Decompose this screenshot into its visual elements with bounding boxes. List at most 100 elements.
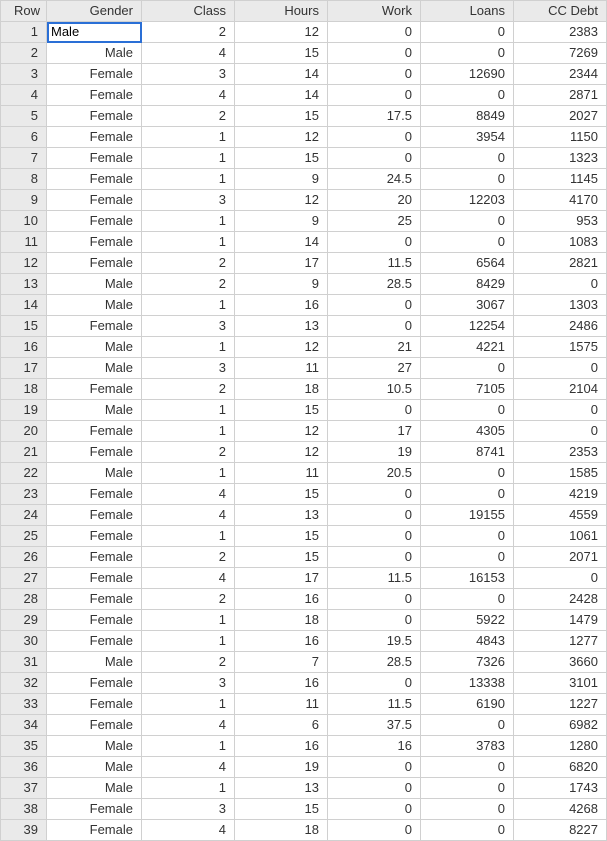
row-number-cell[interactable]: 33	[1, 694, 47, 715]
loans-cell[interactable]: 0	[421, 85, 514, 106]
row-number-cell[interactable]: 17	[1, 358, 47, 379]
hours-cell[interactable]: 16	[235, 631, 328, 652]
row-number-cell[interactable]: 23	[1, 484, 47, 505]
row-number-cell[interactable]: 30	[1, 631, 47, 652]
loans-cell[interactable]: 8849	[421, 106, 514, 127]
work-cell[interactable]: 11.5	[328, 253, 421, 274]
gender-cell[interactable]: Female	[47, 232, 142, 253]
hours-cell[interactable]: 12	[235, 421, 328, 442]
ccdebt-cell[interactable]: 4219	[514, 484, 607, 505]
ccdebt-cell[interactable]: 3660	[514, 652, 607, 673]
ccdebt-cell[interactable]: 0	[514, 421, 607, 442]
loans-cell[interactable]: 0	[421, 757, 514, 778]
class-cell[interactable]: 1	[142, 337, 235, 358]
class-cell[interactable]: 3	[142, 316, 235, 337]
gender-cell[interactable]: Male	[47, 400, 142, 421]
class-cell[interactable]: 1	[142, 127, 235, 148]
row-number-cell[interactable]: 7	[1, 148, 47, 169]
loans-cell[interactable]: 12690	[421, 64, 514, 85]
gender-cell[interactable]: Female	[47, 694, 142, 715]
ccdebt-cell[interactable]: 3101	[514, 673, 607, 694]
class-cell[interactable]: 2	[142, 379, 235, 400]
hours-cell[interactable]: 13	[235, 778, 328, 799]
work-cell[interactable]: 37.5	[328, 715, 421, 736]
hours-cell[interactable]: 15	[235, 526, 328, 547]
row-number-cell[interactable]: 26	[1, 547, 47, 568]
gender-cell[interactable]: Male	[47, 43, 142, 64]
work-cell[interactable]: 0	[328, 400, 421, 421]
hours-cell[interactable]: 19	[235, 757, 328, 778]
row-number-cell[interactable]: 5	[1, 106, 47, 127]
row-number-cell[interactable]: 18	[1, 379, 47, 400]
class-cell[interactable]: 1	[142, 736, 235, 757]
ccdebt-cell[interactable]: 1061	[514, 526, 607, 547]
row-number-cell[interactable]: 32	[1, 673, 47, 694]
row-number-cell[interactable]: 2	[1, 43, 47, 64]
work-cell[interactable]: 27	[328, 358, 421, 379]
loans-cell[interactable]: 3783	[421, 736, 514, 757]
work-cell[interactable]: 0	[328, 778, 421, 799]
work-cell[interactable]: 25	[328, 211, 421, 232]
class-cell[interactable]: 1	[142, 778, 235, 799]
ccdebt-cell[interactable]: 1277	[514, 631, 607, 652]
loans-cell[interactable]: 4221	[421, 337, 514, 358]
hours-cell[interactable]: 6	[235, 715, 328, 736]
hours-cell[interactable]: 9	[235, 169, 328, 190]
loans-cell[interactable]: 12254	[421, 316, 514, 337]
row-number-cell[interactable]: 37	[1, 778, 47, 799]
work-cell[interactable]: 0	[328, 43, 421, 64]
hours-cell[interactable]: 16	[235, 589, 328, 610]
loans-cell[interactable]: 6564	[421, 253, 514, 274]
ccdebt-cell[interactable]: 7269	[514, 43, 607, 64]
work-cell[interactable]: 20.5	[328, 463, 421, 484]
row-number-cell[interactable]: 22	[1, 463, 47, 484]
loans-cell[interactable]: 8429	[421, 274, 514, 295]
class-cell[interactable]: 2	[142, 442, 235, 463]
work-cell[interactable]: 0	[328, 295, 421, 316]
work-cell[interactable]: 17	[328, 421, 421, 442]
class-cell[interactable]: 4	[142, 484, 235, 505]
class-cell[interactable]: 1	[142, 148, 235, 169]
work-cell[interactable]: 11.5	[328, 694, 421, 715]
ccdebt-cell[interactable]: 1323	[514, 148, 607, 169]
row-number-cell[interactable]: 16	[1, 337, 47, 358]
work-cell[interactable]: 0	[328, 757, 421, 778]
class-cell[interactable]: 1	[142, 463, 235, 484]
class-cell[interactable]: 3	[142, 64, 235, 85]
row-number-cell[interactable]: 6	[1, 127, 47, 148]
ccdebt-cell[interactable]: 1150	[514, 127, 607, 148]
gender-cell[interactable]: Female	[47, 547, 142, 568]
row-number-cell[interactable]: 11	[1, 232, 47, 253]
work-cell[interactable]: 0	[328, 232, 421, 253]
row-number-cell[interactable]: 20	[1, 421, 47, 442]
gender-cell[interactable]: Female	[47, 820, 142, 841]
row-number-cell[interactable]: 34	[1, 715, 47, 736]
header-hours[interactable]: Hours	[235, 1, 328, 22]
work-cell[interactable]: 0	[328, 127, 421, 148]
hours-cell[interactable]: 15	[235, 148, 328, 169]
header-work[interactable]: Work	[328, 1, 421, 22]
work-cell[interactable]: 0	[328, 505, 421, 526]
ccdebt-cell[interactable]: 1303	[514, 295, 607, 316]
work-cell[interactable]: 10.5	[328, 379, 421, 400]
hours-cell[interactable]: 16	[235, 295, 328, 316]
row-number-cell[interactable]: 21	[1, 442, 47, 463]
class-cell[interactable]: 4	[142, 505, 235, 526]
class-cell[interactable]: 3	[142, 190, 235, 211]
ccdebt-cell[interactable]: 8227	[514, 820, 607, 841]
hours-cell[interactable]: 11	[235, 694, 328, 715]
row-number-cell[interactable]: 1	[1, 22, 47, 43]
work-cell[interactable]: 28.5	[328, 274, 421, 295]
gender-cell[interactable]: Female	[47, 484, 142, 505]
gender-cell[interactable]: Male	[47, 274, 142, 295]
ccdebt-cell[interactable]: 2071	[514, 547, 607, 568]
loans-cell[interactable]: 0	[421, 232, 514, 253]
ccdebt-cell[interactable]: 0	[514, 274, 607, 295]
ccdebt-cell[interactable]: 1083	[514, 232, 607, 253]
ccdebt-cell[interactable]: 1227	[514, 694, 607, 715]
row-number-cell[interactable]: 24	[1, 505, 47, 526]
gender-cell[interactable]: Male	[47, 736, 142, 757]
loans-cell[interactable]: 0	[421, 43, 514, 64]
loans-cell[interactable]: 0	[421, 148, 514, 169]
loans-cell[interactable]: 0	[421, 715, 514, 736]
